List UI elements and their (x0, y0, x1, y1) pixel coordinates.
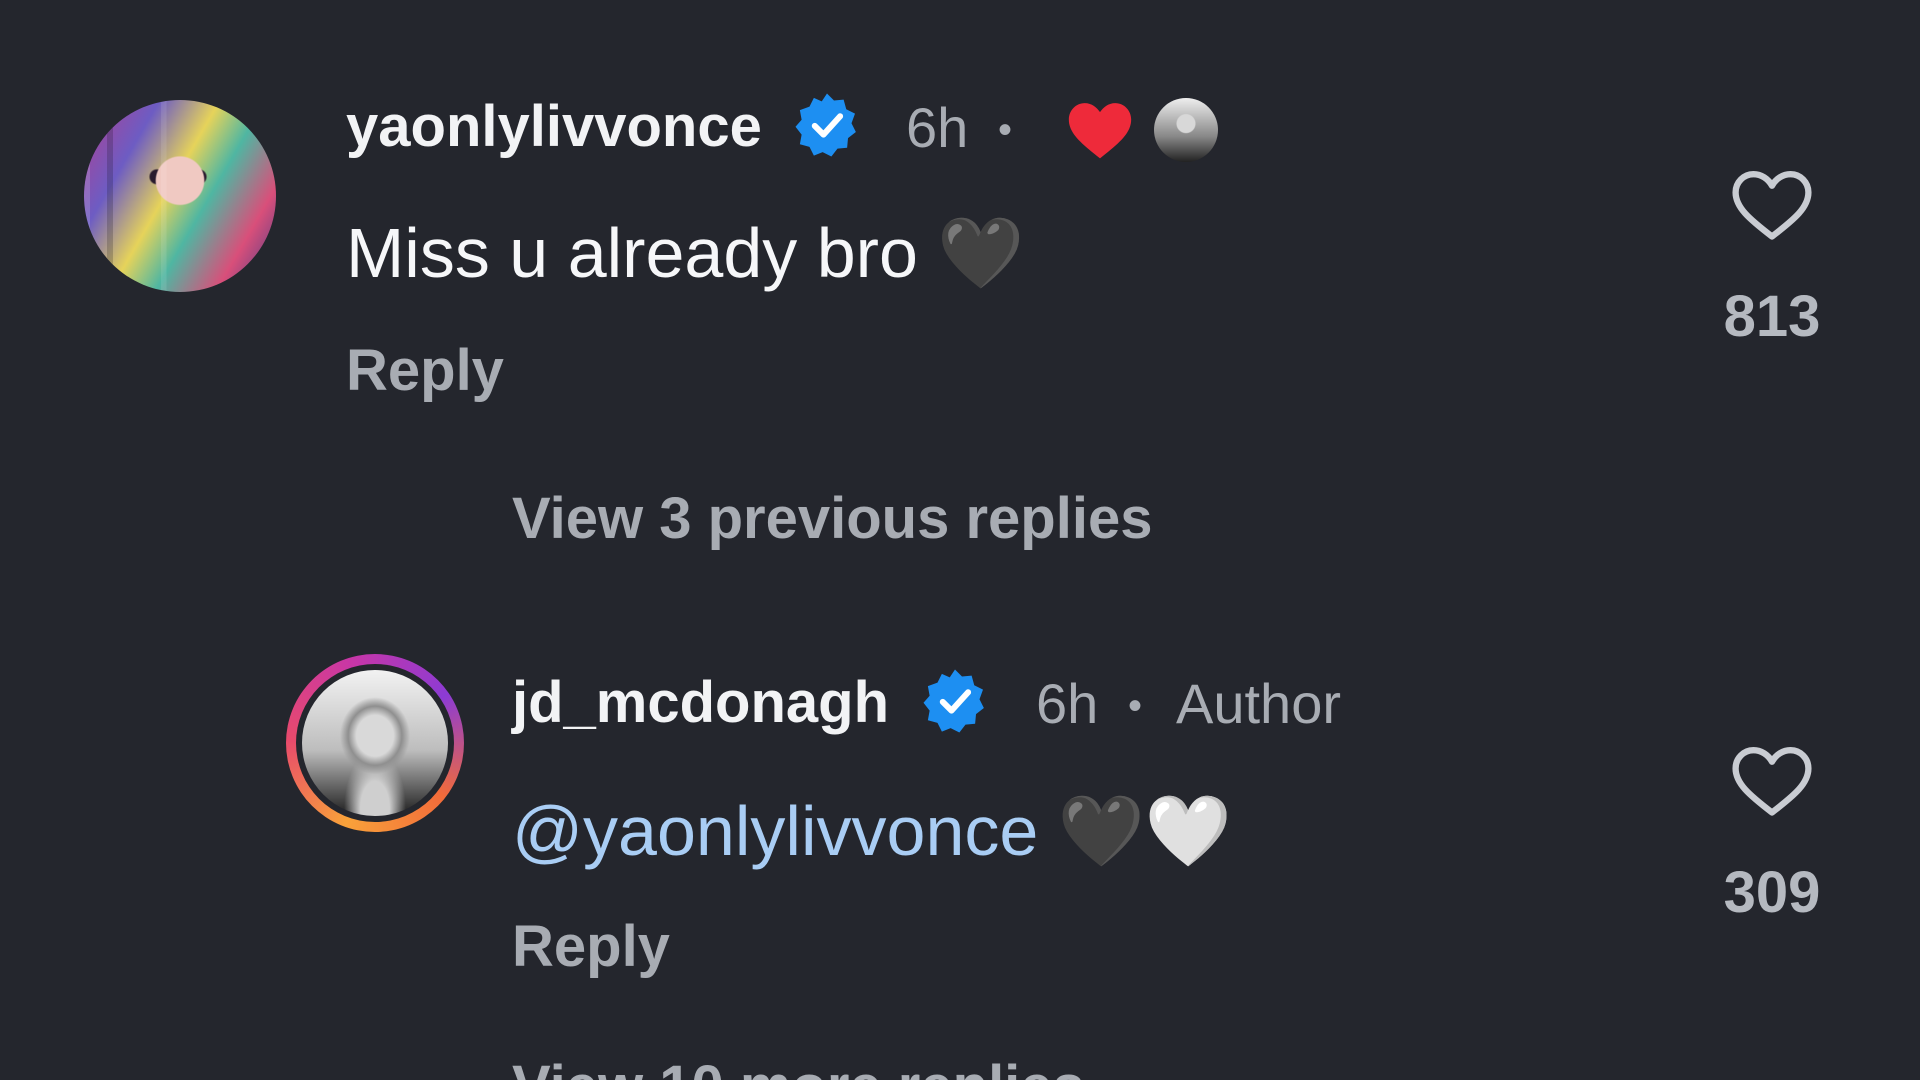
comment-text: Miss u already bro 🖤 (346, 218, 1025, 288)
reply-button[interactable]: Reply (512, 918, 670, 976)
comment-body: Miss u already bro (346, 214, 918, 292)
author-mini-avatar (1154, 98, 1218, 162)
comments-thread: yaonlylivvonce 6h • Miss u already bro 🖤… (0, 0, 1920, 1080)
reply-username[interactable]: jd_mcdonagh (512, 674, 889, 732)
avatar-jd-mcdonagh[interactable] (302, 670, 448, 816)
view-more-replies-button[interactable]: View 10 more replies (512, 1058, 1085, 1080)
reply-text: @yaonlylivvonce 🖤🤍 (512, 796, 1232, 866)
reply-time: 6h (1036, 672, 1099, 735)
like-count: 309 (1723, 860, 1821, 925)
black-heart-emoji: 🖤 (937, 214, 1025, 292)
avatar-yaonlylivvonce[interactable] (84, 100, 276, 292)
view-previous-replies-button[interactable]: View 3 previous replies (512, 490, 1152, 548)
like-heart-icon[interactable] (1730, 744, 1814, 818)
reply-button[interactable]: Reply (346, 342, 504, 400)
comment-time: 6h (906, 96, 969, 159)
like-heart-icon[interactable] (1730, 168, 1814, 242)
separator-dot: • (1128, 684, 1143, 728)
like-count: 813 (1723, 284, 1821, 349)
author-tag: Author (1176, 672, 1341, 735)
separator-dot: • (998, 108, 1013, 152)
verified-badge-icon (920, 666, 990, 736)
mention-link[interactable]: @yaonlylivvonce (512, 792, 1038, 870)
author-liked-heart-icon (1066, 100, 1134, 160)
verified-badge-icon (792, 90, 862, 160)
comment-username[interactable]: yaonlylivvonce (346, 98, 762, 156)
hearts-emoji: 🖤🤍 (1057, 792, 1233, 870)
